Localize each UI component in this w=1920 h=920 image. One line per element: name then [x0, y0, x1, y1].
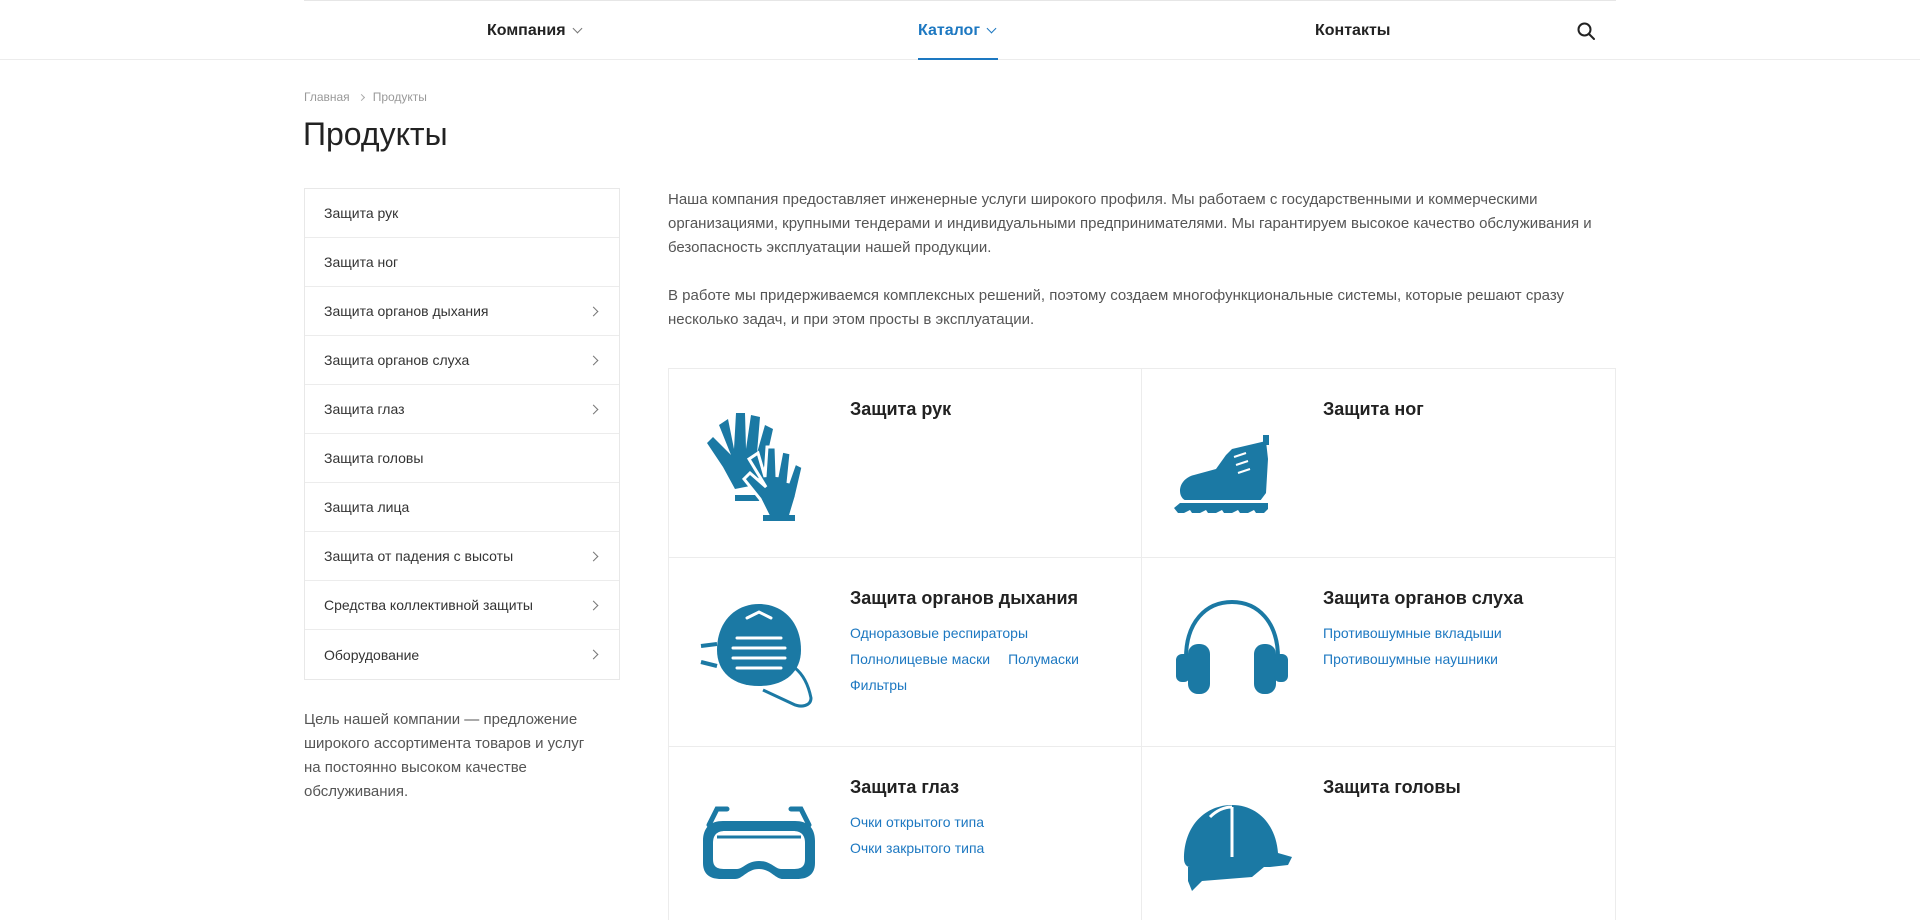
sidebar-item-equipment[interactable]: Оборудование	[305, 630, 619, 679]
chevron-right-icon	[588, 551, 599, 562]
sidebar-item-foot-protection[interactable]: Защита ног	[305, 238, 619, 287]
product-image[interactable]	[1170, 588, 1294, 712]
sidebar-item-label: Оборудование	[324, 646, 420, 663]
breadcrumb: Главная Продукты	[304, 90, 427, 104]
nav-item-contacts[interactable]: Контакты	[1315, 1, 1390, 60]
sidebar-item-label: Защита ног	[324, 254, 399, 270]
product-image[interactable]	[697, 777, 821, 901]
chevron-right-icon	[588, 355, 599, 366]
intro-text: Наша компания предоставляет инженерные у…	[668, 188, 1618, 356]
sidebar-item-respiratory-protection[interactable]: Защита органов дыхания	[305, 287, 619, 336]
respirator-mask-icon	[700, 604, 813, 708]
nav-item-company[interactable]: Компания	[487, 1, 583, 60]
breadcrumb-current: Продукты	[372, 90, 427, 104]
chevron-right-icon	[357, 93, 365, 101]
product-image[interactable]	[1170, 399, 1294, 523]
chevron-right-icon	[588, 306, 599, 317]
subcategory-link[interactable]: Противошумные наушники	[1323, 651, 1498, 667]
nav-item-contacts-label: Контакты	[1315, 21, 1391, 39]
product-title[interactable]: Защита органов дыхания	[850, 588, 1078, 609]
goggles-icon	[703, 806, 815, 879]
product-title[interactable]: Защита головы	[1323, 777, 1461, 798]
chevron-down-icon	[986, 23, 997, 34]
product-subcategory-links: Очки открытого типа Очки закрытого типа	[850, 809, 1130, 861]
subcategory-link[interactable]: Фильтры	[850, 677, 907, 693]
product-grid: Защита рук Защита ног Защита органов дых…	[668, 368, 1616, 920]
sidebar-item-label: Защита органов слуха	[324, 352, 470, 368]
search-button[interactable]	[1574, 19, 1598, 43]
search-icon	[1577, 22, 1595, 40]
sidebar-item-face-protection[interactable]: Защита лица	[305, 483, 619, 532]
page-title: Продукты	[303, 116, 448, 152]
product-card: Защита органов дыхания Одноразовые респи…	[669, 558, 1142, 747]
sidebar-item-hearing-protection[interactable]: Защита органов слуха	[305, 336, 619, 385]
product-image[interactable]	[697, 588, 821, 712]
product-subcategory-links: Противошумные вкладыши Противошумные нау…	[1323, 620, 1603, 672]
subcategory-link[interactable]: Полумаски	[1008, 651, 1079, 667]
subcategory-link[interactable]: Одноразовые респираторы	[850, 625, 1028, 641]
product-card: Защита головы	[1142, 747, 1615, 920]
chevron-down-icon	[572, 23, 583, 34]
nav-item-catalog-label: Каталог	[918, 21, 980, 39]
product-title[interactable]: Защита глаз	[850, 777, 959, 798]
gloves-icon	[707, 413, 805, 521]
subcategory-link[interactable]: Противошумные вкладыши	[1323, 625, 1502, 641]
earmuffs-icon	[1176, 599, 1288, 694]
product-card: Защита органов слуха Противошумные вклад…	[1142, 558, 1615, 747]
chevron-right-icon	[588, 649, 599, 660]
top-navigation-inner: Компания Каталог Контакты	[304, 0, 1616, 60]
product-title[interactable]: Защита ног	[1323, 399, 1424, 420]
intro-paragraph: В работе мы придерживаемся комплексных р…	[668, 287, 1565, 328]
sidebar-item-fall-protection[interactable]: Защита от падения с высоты	[305, 532, 619, 581]
product-card: Защита глаз Очки открытого типа Очки зак…	[669, 747, 1142, 920]
sidebar-item-hand-protection[interactable]: Защита рук	[305, 189, 619, 238]
subcategory-link[interactable]: Очки открытого типа	[850, 814, 984, 830]
sidebar-item-label: Средства коллективной защиты	[324, 597, 533, 613]
product-card: Защита ног	[1142, 369, 1615, 558]
top-navigation-bar: Компания Каталог Контакты	[0, 0, 1920, 60]
hard-hat-icon	[1184, 805, 1292, 891]
sidebar-item-label: Защита головы	[324, 450, 424, 466]
subcategory-link[interactable]: Полнолицевые маски	[850, 651, 990, 667]
chevron-right-icon	[588, 404, 599, 415]
sidebar-menu: Защита рук Защита ног Защита органов дых…	[304, 188, 620, 680]
sidebar-company-note: Цель нашей компании — предложение широко…	[304, 711, 585, 800]
nav-item-company-label: Компания	[487, 21, 566, 39]
chevron-right-icon	[588, 600, 599, 611]
subcategory-link[interactable]: Очки закрытого типа	[850, 840, 984, 856]
product-title[interactable]: Защита рук	[850, 399, 951, 420]
sidebar-item-eye-protection[interactable]: Защита глаз	[305, 385, 619, 434]
sidebar-item-label: Защита органов дыхания	[324, 303, 489, 319]
product-image[interactable]	[1170, 777, 1294, 901]
sidebar-item-label: Защита от падения с высоты	[324, 548, 514, 564]
sidebar-item-label: Защита рук	[324, 205, 399, 221]
product-subcategory-links: Одноразовые респираторы Полнолицевые мас…	[850, 620, 1130, 698]
sidebar-item-label: Защита глаз	[324, 401, 405, 417]
sidebar-item-head-protection[interactable]: Защита головы	[305, 434, 619, 483]
product-image[interactable]	[697, 399, 821, 523]
sidebar-item-collective-protection[interactable]: Средства коллективной защиты	[305, 581, 619, 630]
breadcrumb-home-link[interactable]: Главная	[304, 90, 350, 104]
nav-item-catalog[interactable]: Каталог	[918, 1, 998, 60]
product-title[interactable]: Защита органов слуха	[1323, 588, 1523, 609]
sidebar-item-label: Защита лица	[324, 499, 410, 515]
intro-paragraph: Наша компания предоставляет инженерные у…	[668, 191, 1592, 256]
boot-icon	[1174, 435, 1269, 513]
product-card: Защита рук	[669, 369, 1142, 558]
